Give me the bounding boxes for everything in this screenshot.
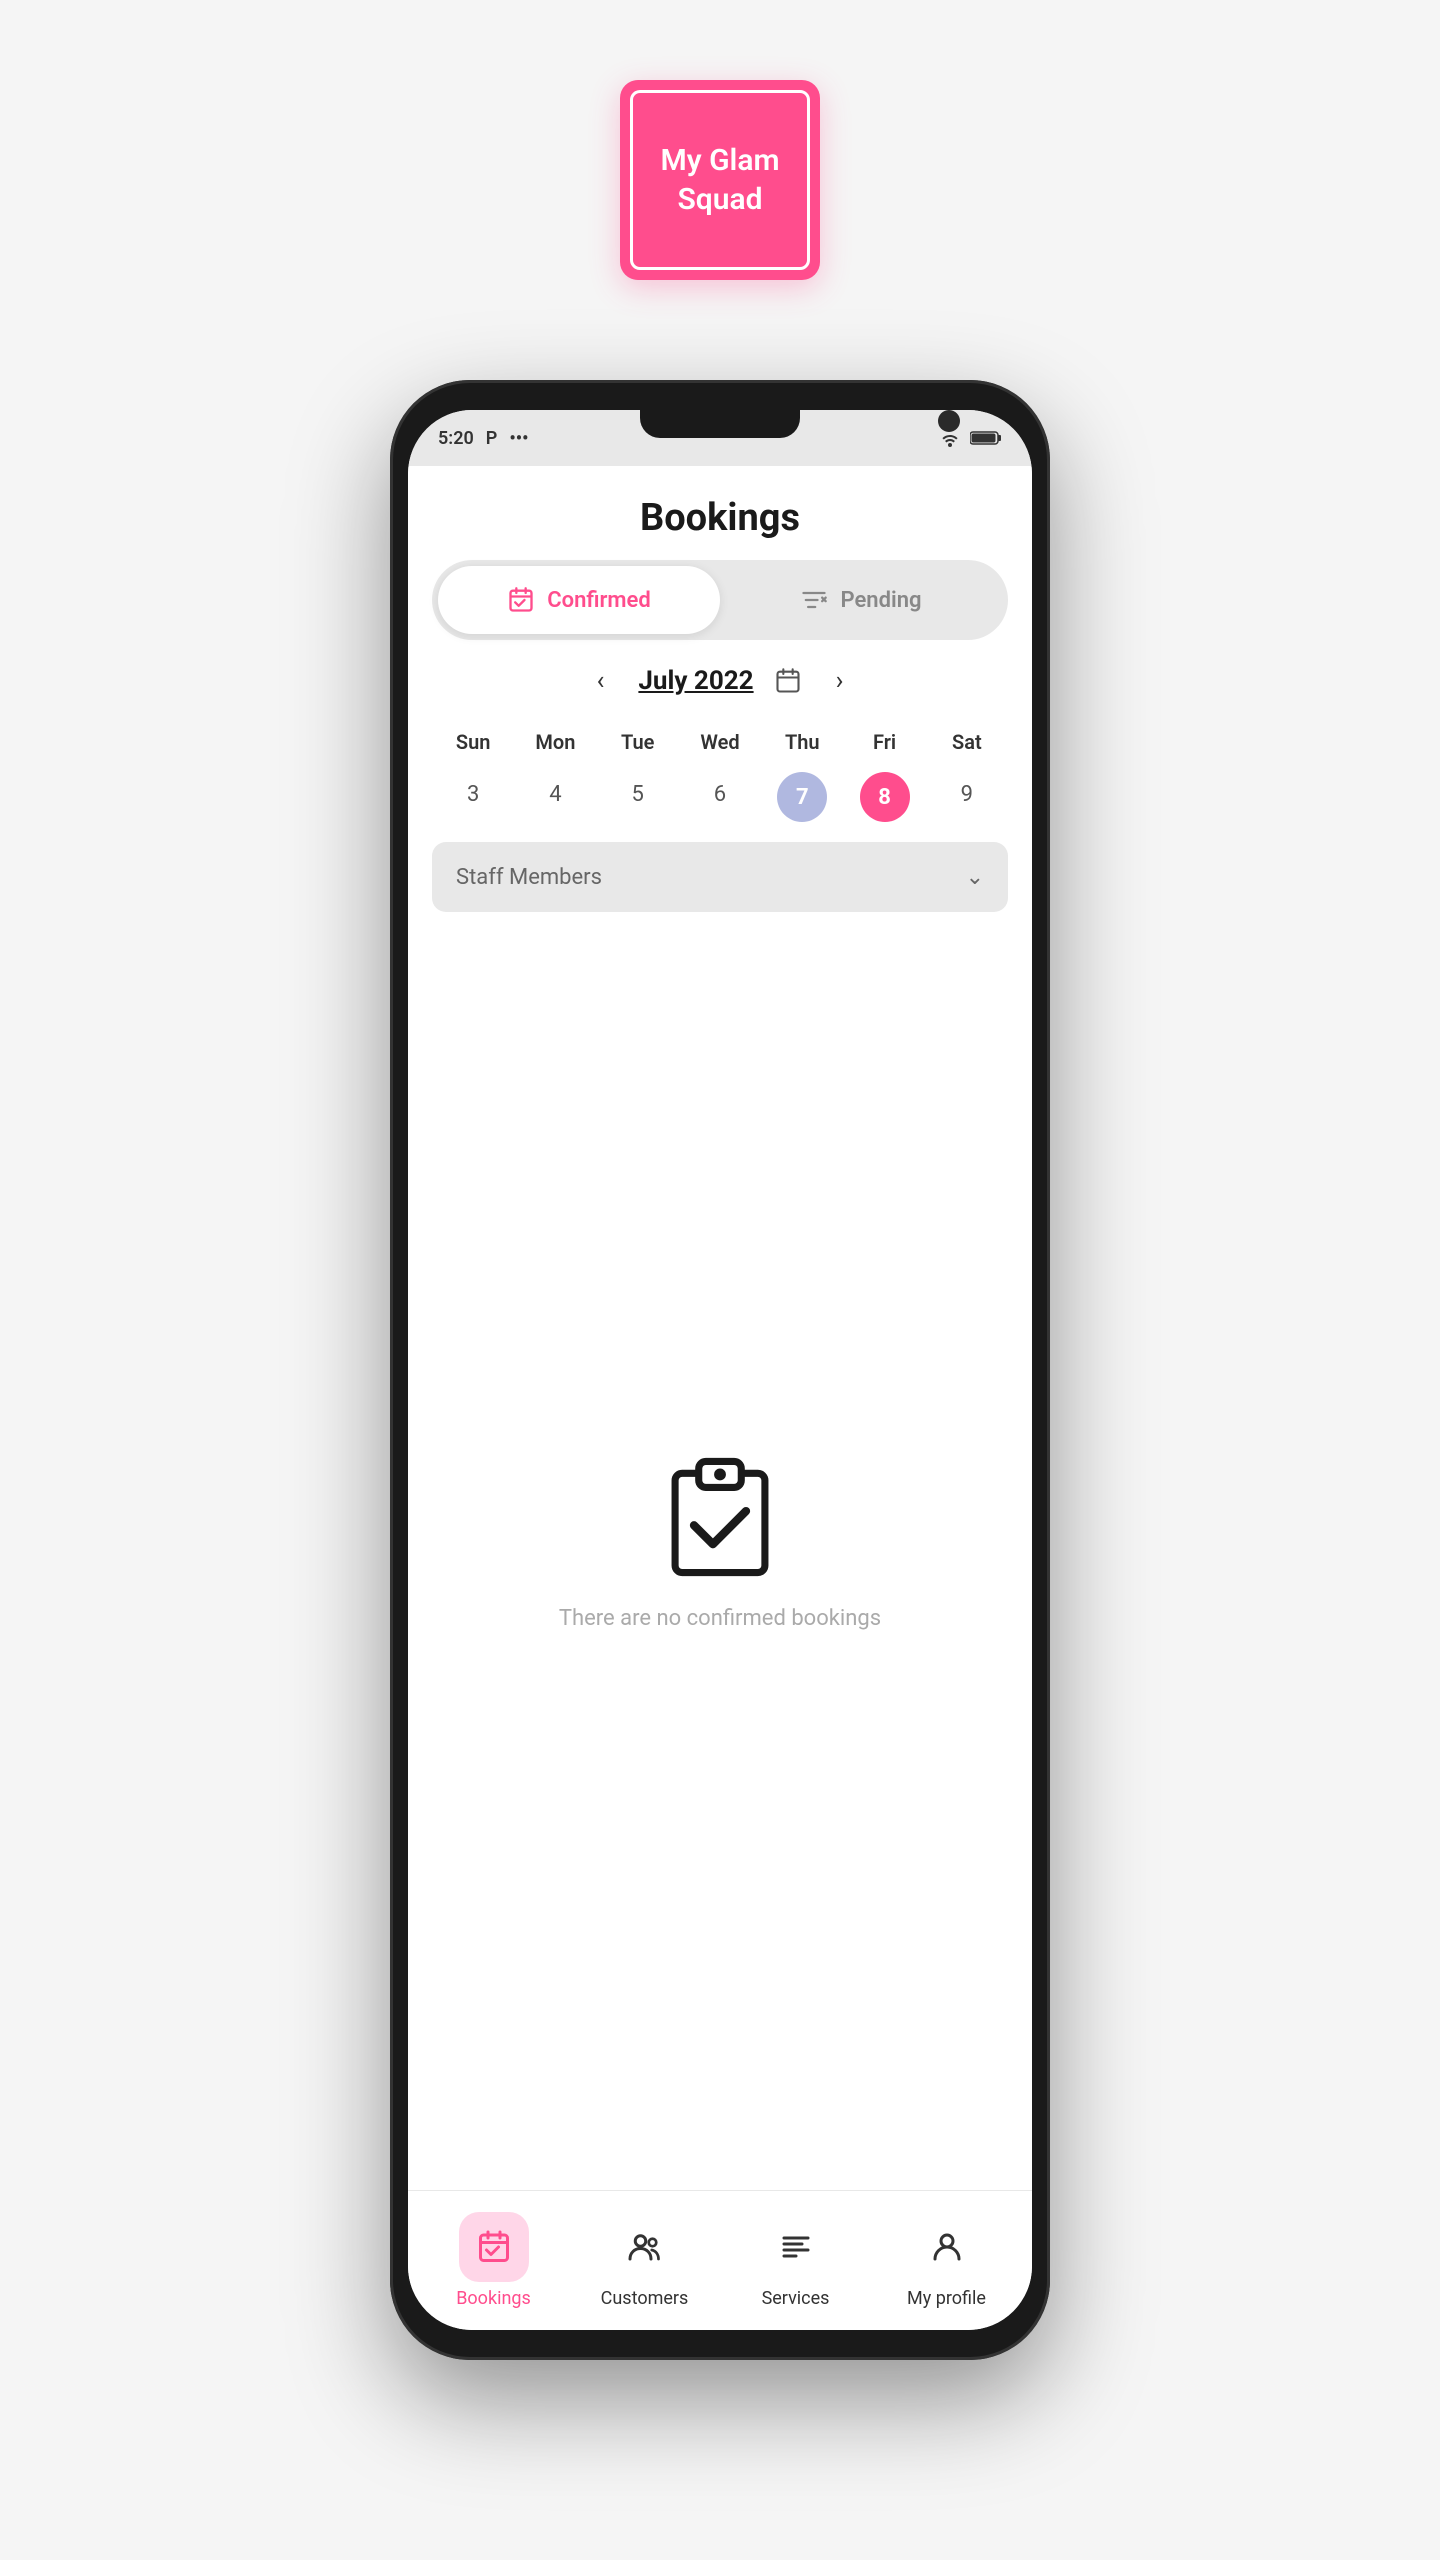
status-left: 5:20 P ••• (438, 428, 528, 449)
phone-screen: 5:20 P ••• Bookings (408, 410, 1032, 2330)
customers-label: Customers (601, 2288, 689, 2309)
tab-pending[interactable]: Pending (720, 566, 1002, 634)
tab-pending-label: Pending (840, 588, 921, 613)
battery-icon (970, 429, 1002, 447)
tab-confirmed-label: Confirmed (547, 588, 651, 613)
weekday-sun: Sun (432, 722, 514, 762)
next-month-button[interactable]: › (822, 660, 858, 702)
status-time: 5:20 (438, 428, 474, 449)
bottom-nav: Bookings Customers (408, 2190, 1032, 2330)
confirmed-icon (507, 586, 535, 614)
pending-icon (800, 586, 828, 614)
phone-camera (938, 410, 960, 432)
bookings-icon-wrap (459, 2212, 529, 2282)
nav-myprofile[interactable]: My profile (871, 2212, 1022, 2309)
phone-notch (640, 410, 800, 438)
clipboard-check-icon (660, 1452, 780, 1582)
myprofile-icon-wrap (912, 2212, 982, 2282)
status-carrier: P (486, 428, 498, 449)
day-4[interactable]: 4 (514, 772, 596, 822)
app-content: Bookings Confirmed (408, 466, 1032, 2190)
prev-month-button[interactable]: ‹ (583, 660, 619, 702)
calendar-section: ‹ July 2022 › Sun Mon Tue Wed Thu Fri (408, 660, 1032, 822)
status-dots: ••• (509, 428, 528, 449)
day-6[interactable]: 6 (679, 772, 761, 822)
customers-icon-wrap (610, 2212, 680, 2282)
bookings-icon (476, 2229, 512, 2265)
empty-state: There are no confirmed bookings (408, 932, 1032, 2190)
empty-message: There are no confirmed bookings (559, 1606, 881, 1631)
weekdays: Sun Mon Tue Wed Thu Fri Sat (432, 722, 1008, 762)
nav-bookings[interactable]: Bookings (418, 2212, 569, 2309)
tab-confirmed[interactable]: Confirmed (438, 566, 720, 634)
days-row: 3 4 5 6 7 8 9 (432, 772, 1008, 822)
services-label: Services (762, 2288, 830, 2309)
calendar-icon (774, 667, 802, 695)
tab-switcher: Confirmed Pending (432, 560, 1008, 640)
page-title: Bookings (408, 466, 1032, 560)
app-logo: My GlamSquad (620, 80, 820, 280)
chevron-down-icon: ⌄ (966, 865, 984, 890)
day-3[interactable]: 3 (432, 772, 514, 822)
myprofile-icon (929, 2229, 965, 2265)
bookings-label: Bookings (456, 2288, 531, 2309)
services-icon (778, 2229, 814, 2265)
day-8-selected[interactable]: 8 (860, 772, 910, 822)
weekday-mon: Mon (514, 722, 596, 762)
day-7-today[interactable]: 7 (777, 772, 827, 822)
services-icon-wrap (761, 2212, 831, 2282)
day-5[interactable]: 5 (597, 772, 679, 822)
weekday-wed: Wed (679, 722, 761, 762)
staff-dropdown[interactable]: Staff Members ⌄ (432, 842, 1008, 912)
nav-services[interactable]: Services (720, 2212, 871, 2309)
phone-frame: 5:20 P ••• Bookings (390, 380, 1050, 2360)
customers-icon (627, 2229, 663, 2265)
myprofile-label: My profile (907, 2288, 986, 2309)
logo-text: My GlamSquad (660, 141, 779, 219)
nav-customers[interactable]: Customers (569, 2212, 720, 2309)
month-nav: ‹ July 2022 › (432, 660, 1008, 702)
staff-placeholder: Staff Members (456, 865, 602, 890)
weekday-thu: Thu (761, 722, 843, 762)
month-label: July 2022 (638, 666, 753, 696)
weekday-tue: Tue (597, 722, 679, 762)
day-9[interactable]: 9 (926, 772, 1008, 822)
weekday-fri: Fri (843, 722, 925, 762)
weekday-sat: Sat (926, 722, 1008, 762)
